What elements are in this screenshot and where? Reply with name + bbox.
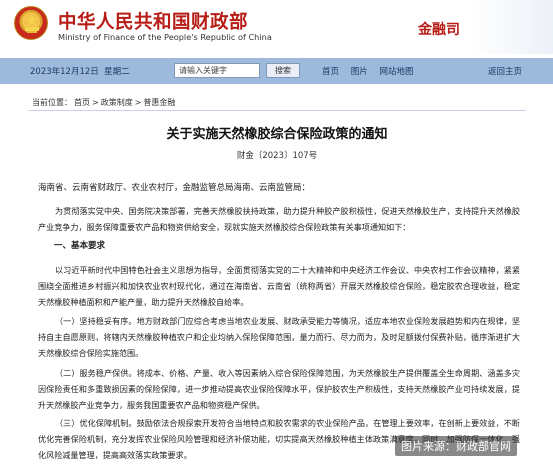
search-input[interactable]: 请输入关键字 — [174, 63, 260, 78]
breadcrumb-separator: > — [134, 98, 142, 107]
nav-link-home[interactable]: 首页 — [322, 67, 339, 77]
section-paragraph: 以习近平新时代中国特色社会主义思想为指导，全面贯彻落实党的二十大精神和中央经济工… — [38, 265, 520, 307]
nav-links: 首页 图片 网站地图 — [322, 65, 422, 77]
article-title: 关于实施天然橡胶综合保险政策的通知 — [166, 127, 388, 142]
search-button[interactable]: 搜索 — [266, 63, 300, 78]
back-home-link[interactable]: 返回主页 — [488, 65, 522, 77]
article-content: 关于实施天然橡胶综合保险政策的通知 财金〔2023〕107号 海南省、云南省财政… — [28, 110, 526, 467]
site-title[interactable]: 中华人民共和国财政部 — [58, 8, 248, 34]
site-title-english: Ministry of Finance of the People's Repu… — [58, 32, 272, 42]
date-text: 2023年12月12日 — [30, 67, 99, 77]
breadcrumb-prefix: 当前位置： — [32, 98, 72, 107]
site-header: 中华人民共和国财政部 Ministry of Finance of the Pe… — [0, 0, 553, 54]
top-nav-bar: 2023年12月12日 星期二 请输入关键字 搜索 首页 图片 网站地图 返回主… — [0, 58, 553, 84]
nav-link-sitemap[interactable]: 网站地图 — [379, 67, 413, 77]
header-decoration — [470, 0, 553, 54]
item-paragraph-2: （二）服务稳产保供。将成本、价格、产量、收入等因素纳入综合保险保障范围，为天然橡… — [38, 368, 520, 410]
national-emblem-icon — [14, 6, 48, 40]
image-source-watermark: 图片来源：财政部官网 — [395, 436, 517, 456]
breadcrumb-item-inclusive-finance[interactable]: 普惠金融 — [143, 98, 175, 107]
nav-link-images[interactable]: 图片 — [351, 67, 368, 77]
section-heading: 一、基本要求 — [54, 241, 106, 251]
department-name[interactable]: 金融司 — [418, 19, 460, 39]
weekday-text: 星期二 — [104, 67, 130, 77]
intro-paragraph: 为贯彻落实党中央、国务院决策部署，完善天然橡胶扶持政策，助力提升种胶产胶积极性，… — [38, 206, 520, 232]
addressee-line: 海南省、云南省财政厅、农业农村厅，金融监管总局海南、云南监管局： — [38, 183, 311, 193]
current-date: 2023年12月12日 星期二 — [30, 65, 130, 77]
item-paragraph-1: （一）坚持稳妥有序。地方财政部门应综合考虑当地农业发展、财政承受能力等情况，适应… — [38, 316, 520, 358]
breadcrumb-item-policy[interactable]: 政策制度 — [101, 98, 133, 107]
document-number: 财金〔2023〕107号 — [236, 151, 318, 161]
breadcrumb-separator: > — [92, 98, 99, 107]
breadcrumb-item-home[interactable]: 首页 — [74, 98, 90, 107]
breadcrumb: 当前位置： 首页 > 政策制度 > 普惠金融 — [32, 97, 177, 108]
